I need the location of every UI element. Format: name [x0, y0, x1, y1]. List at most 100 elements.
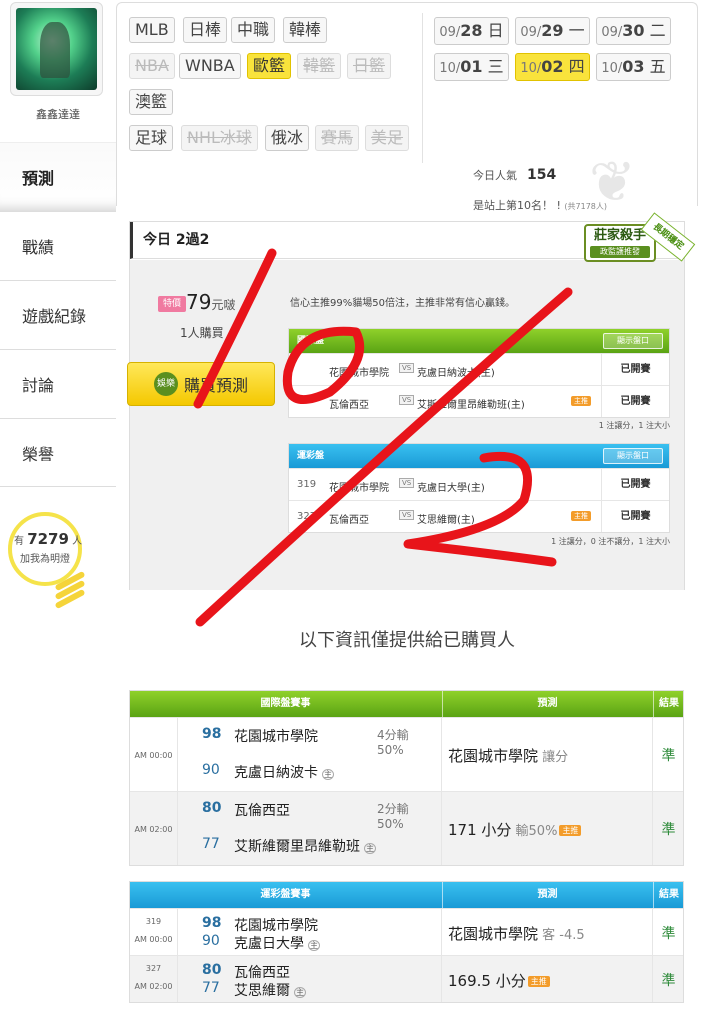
date-button[interactable]: 09/28 日 — [434, 17, 509, 45]
league-tag[interactable]: 俄冰 — [265, 125, 310, 151]
buyers-only-notice: 以下資訊僅提供給已購買人 — [299, 630, 515, 651]
date-weekday: 四 — [563, 57, 585, 76]
home-icon: 主 — [308, 940, 320, 951]
league-tag[interactable]: 澳籃 — [129, 89, 174, 115]
team-home: 艾思維爾主 — [234, 983, 306, 999]
divider — [441, 956, 442, 1002]
away-team: 花園城市學院 — [329, 368, 389, 379]
coin-icon: 娛樂 — [153, 372, 178, 396]
date-month: 10/ — [439, 61, 461, 76]
avatar-frame[interactable] — [10, 2, 103, 96]
date-button[interactable]: 10/03 五 — [596, 53, 671, 81]
home-team: 艾斯維爾里昂維勒班(主) — [417, 400, 525, 411]
team-home: 艾斯維爾里昂維勒班主 — [234, 839, 376, 855]
spread-line1: 2分輸 — [377, 802, 409, 816]
league-tag[interactable]: 中職 — [231, 17, 276, 43]
divider — [441, 909, 442, 955]
divider — [422, 13, 423, 163]
main-pick-badge: 主推 — [559, 825, 582, 836]
league-tag: 美足 — [365, 125, 410, 151]
date-button[interactable]: 10/01 三 — [434, 53, 509, 81]
spread-line1: 4分輸 — [377, 728, 409, 742]
show-odds-button[interactable]: 顯示盤口 — [603, 448, 663, 464]
home-icon: 主 — [322, 769, 334, 780]
mini-game-row: 327 瓦倫西亞 VS 艾思維爾(主) 主推 已開賽 — [289, 500, 669, 532]
buy-prediction-button[interactable]: 娛樂 購買預測 — [127, 362, 275, 406]
intl-mini-header: 國際盤 顯示盤口 — [289, 329, 669, 353]
prediction: 169.5 小分 主推 — [448, 970, 550, 991]
username[interactable]: 鑫鑫達達 — [0, 106, 116, 122]
divider — [177, 909, 178, 955]
banker-killer-badge: 莊家殺手 政監護推發 長期穩定 — [582, 212, 698, 278]
date-weekday: 三 — [482, 57, 504, 76]
beacon-count: 有 7279 人 — [14, 530, 83, 548]
prediction: 171 小分 輸50% 主推 — [448, 819, 582, 840]
mini-game-row: 花園城市學院 VS 克盧日納波卡(主) 已開賽 — [289, 353, 669, 385]
date-button[interactable]: 09/29 一 — [515, 17, 590, 45]
league-tag[interactable]: 韓棒 — [283, 17, 328, 43]
popularity-today: 今日人氣 154 — [473, 167, 557, 183]
vs-icon: VS — [399, 363, 415, 373]
divider — [177, 718, 178, 791]
divider — [177, 792, 178, 865]
league-tag[interactable]: MLB — [129, 17, 175, 43]
lottery-mini-header: 運彩盤 顯示盤口 — [289, 444, 669, 468]
game-status: 已開賽 — [601, 354, 669, 385]
sale-badge: 特價 — [158, 296, 187, 312]
home-team: 艾思維爾(主) — [417, 515, 475, 526]
score-home: 77 — [202, 836, 220, 852]
league-tag: 日籃 — [347, 53, 392, 79]
prediction-body: 特價 79元啵 1人購買 娛樂 購買預測 信心主推99%貓場50倍注，主推非常有… — [127, 260, 684, 590]
game-number: 327 — [297, 511, 317, 522]
table-header: 運彩盤賽事 預測 結果 — [130, 882, 683, 908]
nav-item-game-log[interactable]: 遊戲紀錄 — [0, 280, 116, 349]
buyer-count: 1人購買 — [180, 326, 224, 340]
show-odds-button[interactable]: 顯示盤口 — [603, 333, 663, 349]
spread-line2: 50% — [377, 817, 404, 831]
confidence-text: 信心主推99%貓場50倍注，主推非常有信心贏錢。 — [290, 298, 515, 309]
league-tag[interactable]: 足球 — [129, 125, 174, 151]
date-button[interactable]: 10/02 四 — [515, 53, 590, 81]
score-away: 98 — [202, 726, 222, 742]
team-away: 花園城市學院 — [234, 729, 318, 745]
prediction: 花園城市學院 客 -4.5 — [448, 923, 585, 944]
date-button[interactable]: 09/30 二 — [596, 17, 671, 45]
bulb-base-icon — [54, 570, 86, 610]
result: 準 — [661, 972, 676, 989]
price: 79元啵 — [186, 290, 236, 314]
score-away: 80 — [202, 962, 222, 978]
lottery-results-table: 運彩盤賽事 預測 結果 319 AM 00:00 98 花園城市學院 90 克盧日大學主花… — [129, 881, 684, 1003]
lottery-mini-note: 1 注讓分，0 注不讓分，1 注大小 — [551, 537, 670, 546]
date-day: 02 — [541, 57, 564, 76]
date-month: 09/ — [439, 25, 461, 40]
game-number: 319 — [297, 479, 317, 490]
result: 準 — [661, 925, 676, 942]
spread-result: 4分輸 50% — [377, 726, 409, 757]
nav-item-prediction[interactable]: 預測 — [0, 142, 116, 211]
nav-item-discussion[interactable]: 討論 — [0, 349, 116, 418]
game-number: 327 — [145, 963, 162, 973]
prediction-pick: 171 小分 — [448, 821, 512, 839]
result: 準 — [661, 748, 676, 764]
table-header: 國際盤賽事 預測 結果 — [130, 691, 683, 717]
league-tag[interactable]: 歐籃 — [247, 53, 292, 79]
home-icon: 主 — [294, 987, 306, 998]
nav-item-honor[interactable]: 榮譽 — [0, 418, 116, 487]
date-day: 03 — [622, 57, 645, 76]
intl-mini-note: 1 注讓分，1 注大小 — [598, 421, 670, 430]
nav-item-record[interactable]: 戰績 — [0, 211, 116, 280]
home-team: 克盧日納波卡(主) — [417, 368, 495, 379]
date-month: 09/ — [601, 25, 623, 40]
date-weekday: 日 — [482, 21, 504, 40]
prediction-note: 客 -4.5 — [538, 927, 585, 943]
table-row: 327 AM 02:00 80 瓦倫西亞 77 艾思維爾主 169.5 小分 主推 準 — [130, 955, 683, 1002]
game-time: AM 02:00 — [134, 981, 173, 991]
prediction: 花園城市學院 讓分 — [448, 745, 568, 766]
page: 鑫鑫達達 預測 戰績 遊戲紀錄 討論 榮譽 有 7279 人 加我為明燈 MLB… — [0, 0, 720, 1014]
date-day: 28 — [460, 21, 483, 40]
league-tag[interactable]: 日棒 — [183, 17, 228, 43]
beacon-widget[interactable]: 有 7279 人 加我為明燈 — [8, 512, 86, 612]
intl-mini-table: 國際盤 顯示盤口 花園城市學院 VS 克盧日納波卡(主) 已開賽瓦倫西亞 VS 艾斯維爾里… — [288, 328, 670, 418]
league-tag[interactable]: WNBA — [179, 53, 241, 79]
away-team: 瓦倫西亞 — [329, 400, 369, 411]
